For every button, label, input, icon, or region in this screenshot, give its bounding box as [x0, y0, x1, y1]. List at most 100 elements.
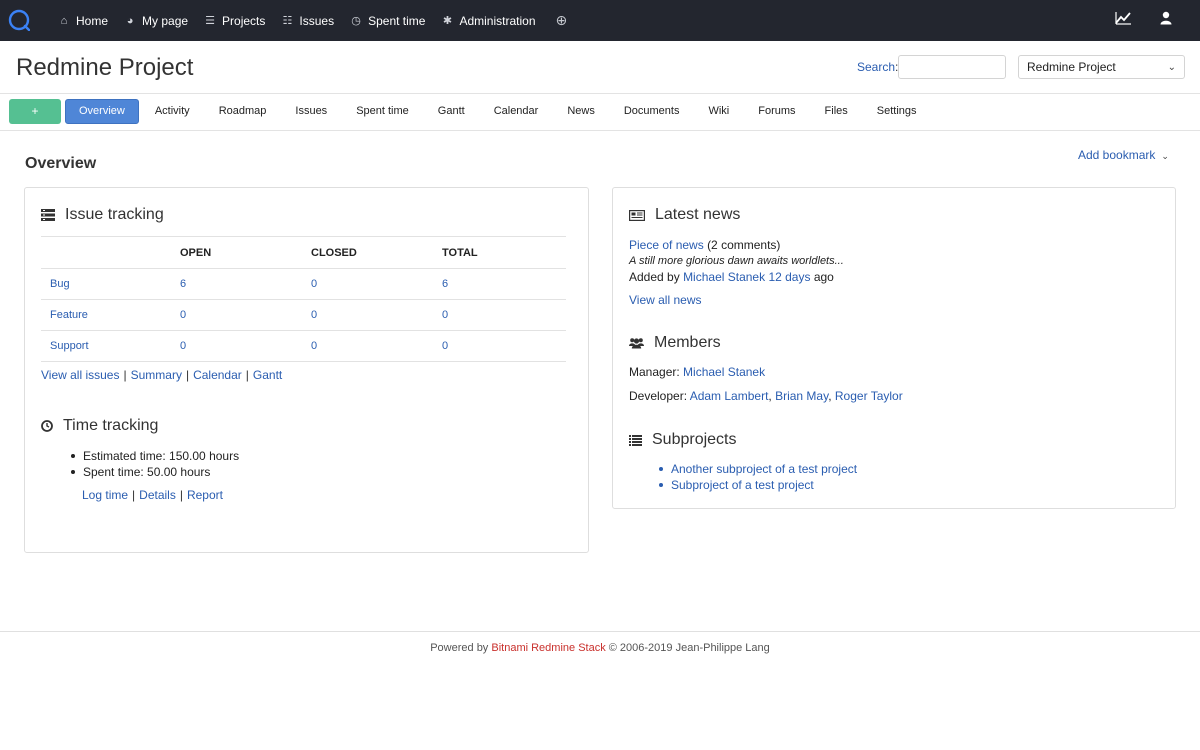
manager-link[interactable]: Michael Stanek: [683, 365, 765, 379]
search-input[interactable]: [898, 55, 1006, 79]
column-header-total: TOTAL: [442, 236, 566, 269]
project-header: Redmine Project Search: Redmine Project …: [0, 41, 1200, 94]
total-count-link[interactable]: 0: [442, 340, 448, 352]
news-title-line: Piece of news (2 comments): [629, 237, 844, 253]
total-count-link[interactable]: 6: [442, 278, 448, 290]
footer: Powered by Bitnami Redmine Stack © 2006-…: [0, 631, 1200, 671]
tab-gantt[interactable]: Gantt: [425, 99, 478, 124]
news-title-link[interactable]: Piece of news: [629, 238, 704, 252]
add-bookmark-link[interactable]: Add bookmark ⌄: [1078, 148, 1169, 162]
topnav-administration[interactable]: ✱ Administration: [441, 13, 536, 28]
project-jump-select[interactable]: Redmine Project ⌄: [1018, 55, 1185, 79]
tracker-link-support[interactable]: Support: [50, 340, 89, 352]
search-label-text[interactable]: Search: [857, 60, 895, 74]
view-all-issues-link[interactable]: View all issues: [41, 368, 119, 382]
footer-prefix: Powered by: [430, 642, 489, 654]
tracker-link-feature[interactable]: Feature: [50, 309, 88, 321]
gear-icon: ✱: [442, 15, 453, 27]
developer-link[interactable]: Roger Taylor: [835, 389, 903, 403]
issue-tracking-heading: Issue tracking: [41, 206, 164, 224]
footer-copyright: © 2006-2019 Jean-Philippe Lang: [608, 642, 770, 654]
top-navigation: ⌂ Home ◕ My page ☰ Projects ☷ Issues ◷ S…: [58, 0, 568, 41]
tab-files[interactable]: Files: [812, 99, 861, 124]
members-title: Members: [654, 334, 721, 351]
developer-label: Developer:: [629, 389, 688, 403]
column-header-tracker: [41, 236, 180, 269]
tab-issues[interactable]: Issues: [282, 99, 340, 124]
open-count-link[interactable]: 6: [180, 278, 186, 290]
subproject-link[interactable]: Subproject of a test project: [671, 478, 814, 492]
tab-forums[interactable]: Forums: [745, 99, 808, 124]
top-right-menu: [1087, 11, 1172, 25]
table-row: Support 0 0 0: [41, 330, 566, 362]
news-item: Piece of news (2 comments) A still more …: [629, 237, 844, 285]
tracker-link-bug[interactable]: Bug: [50, 278, 70, 290]
new-issue-plus-button[interactable]: +: [9, 99, 61, 124]
tab-news[interactable]: News: [554, 99, 608, 124]
view-all-news-link[interactable]: View all news: [629, 293, 701, 307]
redmine-logo-icon[interactable]: [8, 9, 30, 31]
closed-count-link[interactable]: 0: [311, 278, 317, 290]
footer-brand-link[interactable]: Bitnami Redmine Stack: [491, 642, 605, 654]
log-time-link[interactable]: Log time: [82, 488, 128, 502]
news-description: A still more glorious dawn awaits worldl…: [629, 255, 844, 267]
tab-documents[interactable]: Documents: [611, 99, 693, 124]
topnav-issues[interactable]: ☷ Issues: [281, 14, 334, 28]
tab-spent-time[interactable]: Spent time: [343, 99, 422, 124]
total-count-link[interactable]: 0: [442, 309, 448, 321]
search-label[interactable]: Search:: [857, 60, 898, 74]
topnav-administration-label: Administration: [459, 13, 536, 28]
tab-calendar[interactable]: Calendar: [481, 99, 552, 124]
developer-link[interactable]: Brian May: [775, 389, 828, 403]
topnav-projects[interactable]: ☰ Projects: [204, 14, 265, 28]
issues-icon: ☷: [282, 15, 293, 27]
new-object-plus-icon[interactable]: ⊕: [556, 12, 568, 29]
topnav-spent-time[interactable]: ◷ Spent time: [350, 14, 425, 28]
news-added-line: Added by Michael Stanek 12 days ago: [629, 269, 844, 285]
list-item: Another subproject of a test project: [658, 461, 857, 477]
subproject-link[interactable]: Another subproject of a test project: [671, 462, 857, 476]
table-header-row: OPEN CLOSED TOTAL: [41, 236, 566, 269]
open-count-link[interactable]: 0: [180, 340, 186, 352]
topnav-spent-time-label: Spent time: [368, 13, 426, 28]
topnav-issues-label: Issues: [299, 13, 335, 28]
spent-time: Spent time: 50.00 hours: [70, 465, 239, 479]
topnav-my-page[interactable]: ◕ My page: [124, 14, 188, 28]
separator: |: [245, 368, 249, 382]
tab-settings[interactable]: Settings: [864, 99, 930, 124]
calendar-link[interactable]: Calendar: [193, 368, 242, 382]
issue-tracking-icon: [41, 209, 55, 221]
manager-line: Manager: Michael Stanek: [629, 365, 765, 379]
activity-chart-icon[interactable]: [1115, 11, 1132, 25]
news-age-link[interactable]: 12 days: [768, 270, 810, 284]
page-title: Redmine Project: [16, 54, 194, 81]
details-link[interactable]: Details: [139, 488, 176, 502]
developer-link[interactable]: Adam Lambert: [690, 389, 769, 403]
closed-count-link[interactable]: 0: [311, 340, 317, 352]
home-icon: ⌂: [60, 14, 68, 27]
gantt-link[interactable]: Gantt: [253, 368, 282, 382]
user-account-icon[interactable]: [1160, 11, 1172, 25]
report-link[interactable]: Report: [187, 488, 223, 502]
topnav-home[interactable]: ⌂ Home: [58, 14, 108, 28]
tab-activity[interactable]: Activity: [142, 99, 203, 124]
summary-link[interactable]: Summary: [131, 368, 182, 382]
open-count-link[interactable]: 0: [180, 309, 186, 321]
developer-line: Developer: Adam Lambert, Brian May, Roge…: [629, 389, 903, 403]
tab-wiki[interactable]: Wiki: [695, 99, 742, 124]
news-author-link[interactable]: Michael Stanek: [683, 270, 765, 284]
project-tabs-bar: + Overview Activity Roadmap Issues Spent…: [0, 94, 1200, 131]
top-menu-bar: ⌂ Home ◕ My page ☰ Projects ☷ Issues ◷ S…: [0, 0, 1200, 41]
closed-count-link[interactable]: 0: [311, 309, 317, 321]
chevron-down-icon: ⌄: [1167, 61, 1176, 73]
issue-links-row: View all issues | Summary | Calendar | Gantt: [41, 368, 282, 382]
add-bookmark-label[interactable]: Add bookmark: [1078, 148, 1155, 162]
subprojects-heading: Subprojects: [629, 431, 737, 449]
tab-overview[interactable]: Overview: [65, 99, 139, 124]
list-icon: [629, 434, 642, 446]
overview-heading: Overview: [25, 155, 97, 172]
time-tracking-list: Estimated time: 150.00 hours Spent time:…: [70, 449, 239, 481]
tab-roadmap[interactable]: Roadmap: [206, 99, 280, 124]
topnav-my-page-label: My page: [142, 13, 189, 28]
issue-tracking-table: OPEN CLOSED TOTAL Bug 6 0 6 Feature 0 0 …: [41, 236, 566, 362]
